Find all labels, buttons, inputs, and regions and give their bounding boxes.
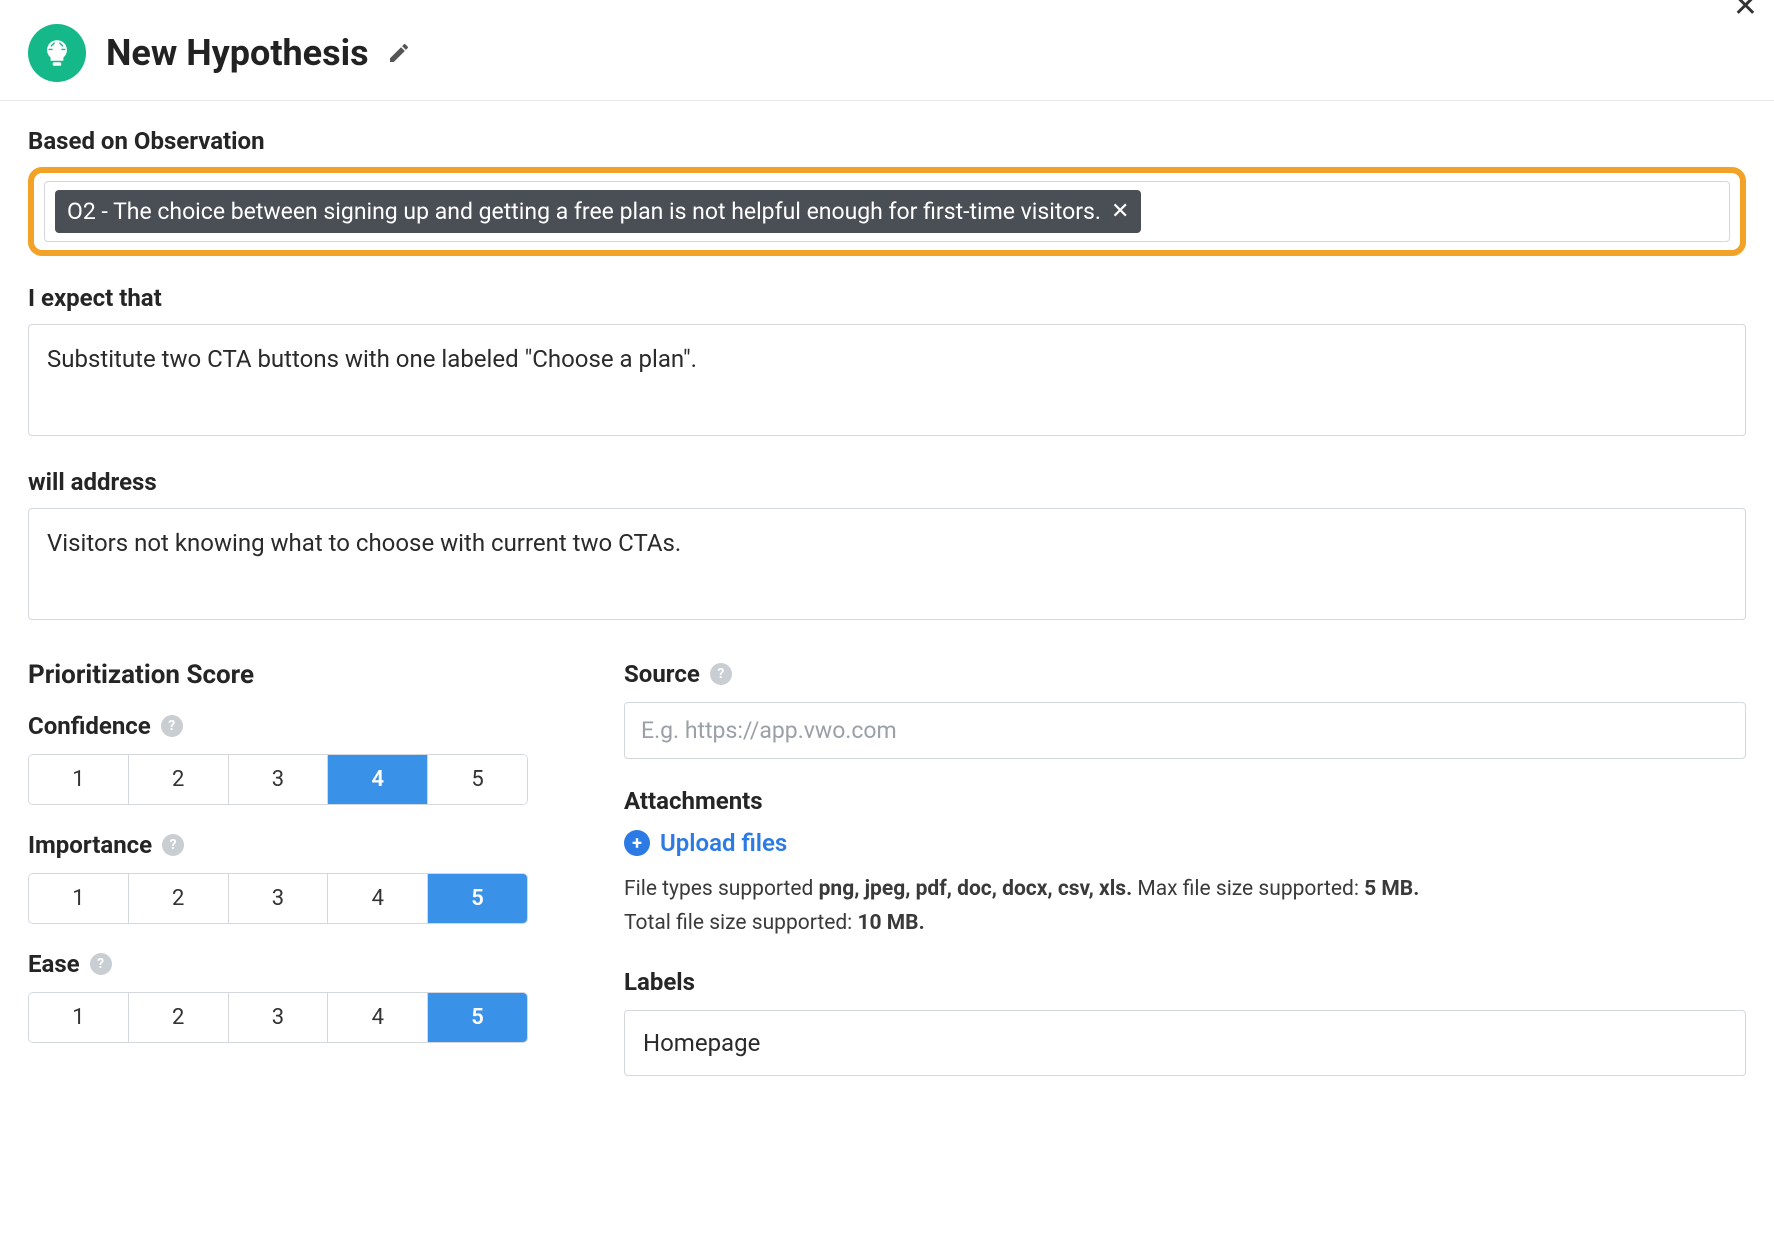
importance-score-group: 12345 — [28, 873, 528, 924]
ease-score-3[interactable]: 3 — [229, 993, 329, 1042]
observation-chip-close-icon[interactable]: ✕ — [1111, 199, 1129, 224]
edit-icon[interactable] — [387, 41, 411, 65]
observation-label: Based on Observation — [28, 127, 1746, 155]
ease-score-group: 12345 — [28, 992, 528, 1043]
close-icon[interactable]: ✕ — [1733, 0, 1758, 22]
expect-label: I expect that — [28, 284, 1746, 312]
observation-chip-text: O2 - The choice between signing up and g… — [67, 198, 1101, 225]
lightbulb-icon — [28, 24, 86, 82]
help-icon[interactable]: ? — [90, 953, 112, 975]
upload-files-button[interactable]: + Upload files — [624, 829, 787, 857]
confidence-score-1[interactable]: 1 — [29, 755, 129, 804]
observation-field[interactable]: O2 - The choice between signing up and g… — [44, 181, 1730, 242]
page-title: New Hypothesis — [106, 32, 369, 74]
importance-score-1[interactable]: 1 — [29, 874, 129, 923]
importance-score-5[interactable]: 5 — [428, 874, 527, 923]
importance-score-2[interactable]: 2 — [129, 874, 229, 923]
ease-score-2[interactable]: 2 — [129, 993, 229, 1042]
source-input[interactable] — [624, 702, 1746, 759]
attachments-label: Attachments — [624, 787, 763, 815]
confidence-score-3[interactable]: 3 — [229, 755, 329, 804]
attachments-meta: File types supported png, jpeg, pdf, doc… — [624, 873, 1746, 940]
observation-highlight: O2 - The choice between signing up and g… — [28, 167, 1746, 256]
plus-circle-icon: + — [624, 830, 650, 856]
observation-chip: O2 - The choice between signing up and g… — [55, 190, 1141, 233]
labels-input[interactable] — [624, 1010, 1746, 1076]
help-icon[interactable]: ? — [161, 715, 183, 737]
confidence-score-2[interactable]: 2 — [129, 755, 229, 804]
upload-files-label: Upload files — [660, 829, 787, 857]
help-icon[interactable]: ? — [162, 834, 184, 856]
confidence-score-4[interactable]: 4 — [328, 755, 428, 804]
importance-label: Importance — [28, 831, 152, 859]
ease-score-5[interactable]: 5 — [428, 993, 527, 1042]
labels-label: Labels — [624, 968, 695, 996]
confidence-label: Confidence — [28, 712, 151, 740]
ease-label: Ease — [28, 950, 80, 978]
observation-input[interactable] — [1141, 193, 1719, 231]
source-label: Source — [624, 660, 700, 688]
ease-score-1[interactable]: 1 — [29, 993, 129, 1042]
confidence-score-5[interactable]: 5 — [428, 755, 527, 804]
importance-score-4[interactable]: 4 — [328, 874, 428, 923]
importance-score-3[interactable]: 3 — [229, 874, 329, 923]
ease-score-4[interactable]: 4 — [328, 993, 428, 1042]
help-icon[interactable]: ? — [710, 663, 732, 685]
address-label: will address — [28, 468, 1746, 496]
confidence-score-group: 12345 — [28, 754, 528, 805]
expect-textarea[interactable] — [28, 324, 1746, 436]
prioritization-heading: Prioritization Score — [28, 660, 528, 690]
address-textarea[interactable] — [28, 508, 1746, 620]
